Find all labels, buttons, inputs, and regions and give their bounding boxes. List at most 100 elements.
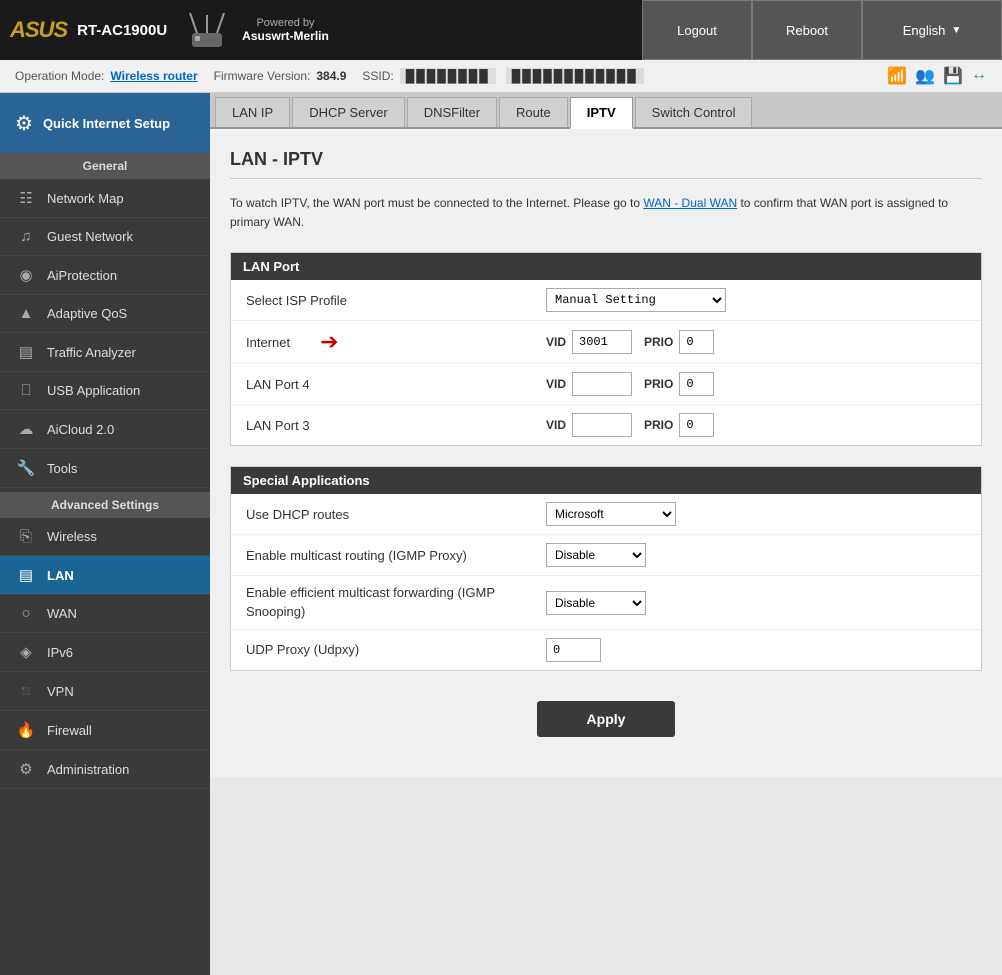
isp-profile-control: Manual Setting NONE Russia (L2TP) Russia…: [546, 288, 726, 312]
aicloud-icon: ☁: [15, 420, 37, 438]
language-button[interactable]: English ▼: [862, 0, 1002, 60]
sidebar-item-quick-setup[interactable]: ⚙ Quick Internet Setup: [0, 93, 210, 153]
sidebar-item-usb-application[interactable]: ⎕ USB Application: [0, 372, 210, 410]
multicast-routing-label: Enable multicast routing (IGMP Proxy): [246, 548, 546, 563]
lan-port-header: LAN Port: [231, 253, 981, 280]
lan4-vid-input[interactable]: [572, 372, 632, 396]
isp-profile-select[interactable]: Manual Setting NONE Russia (L2TP) Russia…: [546, 288, 726, 312]
lan-icon: ▤: [15, 566, 37, 584]
multicast-snooping-label: Enable efficient multicast forwarding (I…: [246, 584, 546, 620]
wireless-label: Wireless: [47, 529, 97, 544]
status-bar: Operation Mode: Wireless router Firmware…: [0, 60, 1002, 93]
dhcp-routes-select[interactable]: Microsoft No Yes: [546, 502, 676, 526]
udp-proxy-input[interactable]: [546, 638, 601, 662]
lan-port-section: LAN Port Select ISP Profile Manual Setti…: [230, 252, 982, 446]
wifi-icon: 📶: [887, 66, 907, 86]
page-content: LAN - IPTV To watch IPTV, the WAN port m…: [210, 129, 1002, 777]
ipv6-label: IPv6: [47, 645, 73, 660]
adaptive-qos-label: Adaptive QoS: [47, 306, 127, 321]
page-title: LAN - IPTV: [230, 149, 982, 179]
administration-icon: ⚙: [15, 760, 37, 778]
internet-label: Internet ➔: [246, 329, 546, 355]
usb-application-icon: ⎕: [15, 382, 37, 399]
wan-icon: ○: [15, 605, 37, 622]
router-icon: [182, 5, 232, 55]
lan3-vid-input[interactable]: [572, 413, 632, 437]
administration-label: Administration: [47, 762, 129, 777]
sidebar-item-aiprotection[interactable]: ◉ AiProtection: [0, 256, 210, 295]
sidebar-item-administration[interactable]: ⚙ Administration: [0, 750, 210, 789]
dhcp-routes-label: Use DHCP routes: [246, 507, 546, 522]
firewall-icon: 🔥: [15, 721, 37, 739]
wireless-icon: ⎘: [15, 528, 37, 545]
sidebar-item-guest-network[interactable]: ♫ Guest Network: [0, 218, 210, 256]
internet-vid-input[interactable]: [572, 330, 632, 354]
prio-label-internet: PRIO: [644, 335, 673, 349]
usb-icon: 💾: [943, 66, 963, 86]
form-row-multicast-routing: Enable multicast routing (IGMP Proxy) Di…: [231, 535, 981, 576]
logo-section: ASUS RT-AC1900U Powered by Asuswrt-Merli…: [0, 5, 339, 55]
sidebar-advanced-header: Advanced Settings: [0, 492, 210, 518]
ssid-label: SSID:: [362, 69, 393, 83]
lan4-label: LAN Port 4: [246, 377, 546, 392]
form-row-lan4: LAN Port 4 VID PRIO: [231, 364, 981, 405]
special-apps-section: Special Applications Use DHCP routes Mic…: [230, 466, 982, 670]
internet-prio-input[interactable]: [679, 330, 714, 354]
tab-dnsfilter[interactable]: DNSFilter: [407, 97, 497, 127]
sidebar-item-lan[interactable]: ▤ LAN: [0, 556, 210, 595]
sidebar-item-adaptive-qos[interactable]: ▲ Adaptive QoS: [0, 295, 210, 333]
sidebar-item-firewall[interactable]: 🔥 Firewall: [0, 711, 210, 750]
logout-button[interactable]: Logout: [642, 0, 752, 60]
ssid-value-2: ████████████: [506, 68, 644, 84]
network-map-label: Network Map: [47, 191, 124, 206]
tab-lan-ip[interactable]: LAN IP: [215, 97, 290, 127]
operation-mode-label: Operation Mode:: [15, 69, 104, 83]
tab-bar: LAN IP DHCP Server DNSFilter Route IPTV …: [210, 93, 1002, 129]
reboot-button[interactable]: Reboot: [752, 0, 862, 60]
sidebar-item-network-map[interactable]: ☷ Network Map: [0, 179, 210, 218]
sidebar-item-tools[interactable]: 🔧 Tools: [0, 449, 210, 488]
prio-label-lan3: PRIO: [644, 418, 673, 432]
quick-setup-icon: ⚙: [15, 111, 33, 136]
lan3-prio-input[interactable]: [679, 413, 714, 437]
sidebar-item-wireless[interactable]: ⎘ Wireless: [0, 518, 210, 556]
content-area: LAN IP DHCP Server DNSFilter Route IPTV …: [210, 93, 1002, 975]
multicast-snooping-select[interactable]: Disable Enable: [546, 591, 646, 615]
form-row-multicast-snooping: Enable efficient multicast forwarding (I…: [231, 576, 981, 629]
firmware-label: Firmware Version:: [214, 69, 311, 83]
udp-proxy-label: UDP Proxy (Udpxy): [246, 642, 546, 657]
guest-network-label: Guest Network: [47, 229, 133, 244]
wan-dual-wan-link[interactable]: WAN - Dual WAN: [643, 196, 737, 210]
sidebar-item-traffic-analyzer[interactable]: ▤ Traffic Analyzer: [0, 333, 210, 372]
vid-label-lan4: VID: [546, 377, 566, 391]
sidebar-item-wan[interactable]: ○ WAN: [0, 595, 210, 633]
ipv6-icon: ◈: [15, 643, 37, 661]
tab-iptv[interactable]: IPTV: [570, 97, 633, 129]
form-row-isp: Select ISP Profile Manual Setting NONE R…: [231, 280, 981, 321]
aiprotection-icon: ◉: [15, 266, 37, 284]
sidebar-item-aicloud[interactable]: ☁ AiCloud 2.0: [0, 410, 210, 449]
vpn-icon: ◾: [15, 682, 37, 700]
powered-by: Powered by Asuswrt-Merlin: [242, 17, 329, 43]
apply-section: Apply: [230, 691, 982, 757]
lan4-vid-prio: VID PRIO: [546, 372, 714, 396]
mode-value[interactable]: Wireless router: [110, 69, 197, 83]
header-buttons: Logout Reboot English ▼: [642, 0, 1002, 60]
multicast-routing-select[interactable]: Disable Enable: [546, 543, 646, 567]
lan4-prio-input[interactable]: [679, 372, 714, 396]
sidebar-item-ipv6[interactable]: ◈ IPv6: [0, 633, 210, 672]
sidebar-item-vpn[interactable]: ◾ VPN: [0, 672, 210, 711]
users-icon: 👥: [915, 66, 935, 86]
vpn-label: VPN: [47, 684, 74, 699]
tab-route[interactable]: Route: [499, 97, 568, 127]
internet-vid-prio: VID PRIO: [546, 330, 714, 354]
isp-profile-label: Select ISP Profile: [246, 293, 546, 308]
network-map-icon: ☷: [15, 189, 37, 207]
tab-switch-control[interactable]: Switch Control: [635, 97, 753, 127]
tab-dhcp-server[interactable]: DHCP Server: [292, 97, 405, 127]
info-text-part1: To watch IPTV, the WAN port must be conn…: [230, 196, 643, 210]
form-row-dhcp-routes: Use DHCP routes Microsoft No Yes: [231, 494, 981, 535]
apply-button[interactable]: Apply: [537, 701, 676, 737]
quick-setup-label: Quick Internet Setup: [43, 116, 170, 131]
form-row-internet: Internet ➔ VID PRIO: [231, 321, 981, 364]
